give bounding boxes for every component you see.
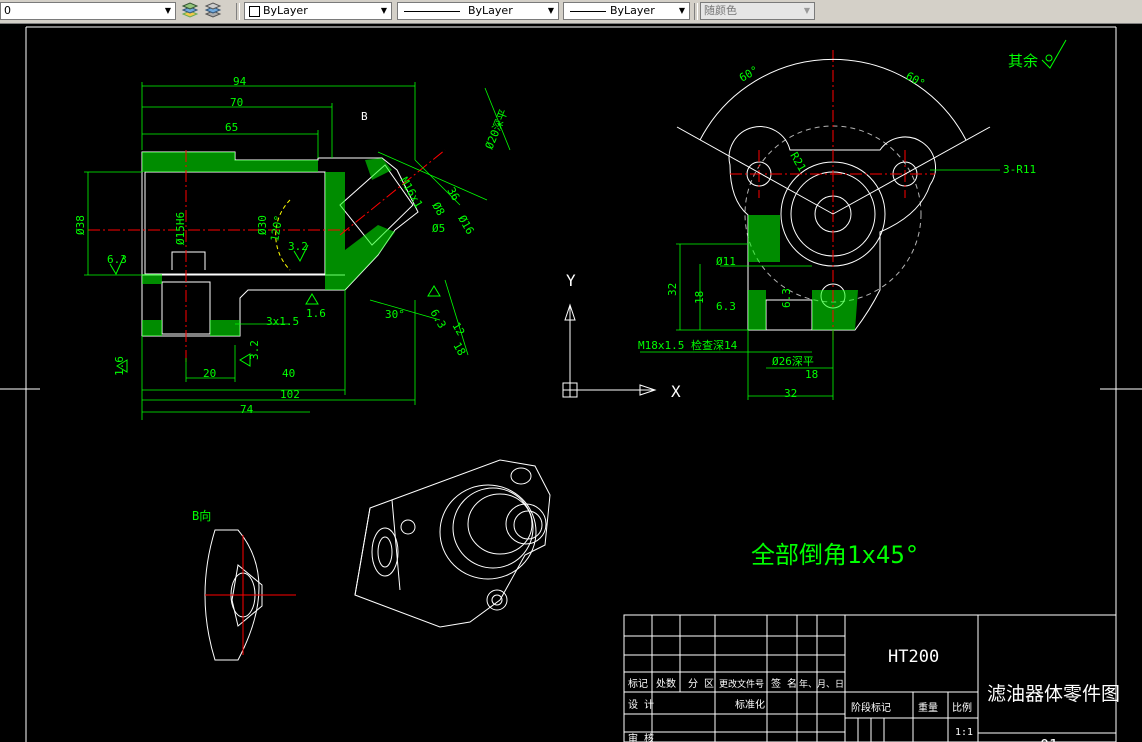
dim-text: Ø38 [74,215,87,235]
ucs-x-label: X [671,382,681,401]
layer-combo[interactable]: 0 ▼ [0,2,176,20]
ucs-icon: Y X [562,271,681,401]
chevron-down-icon: ▼ [678,6,686,15]
dim-text: 6.3 [716,300,736,313]
dim-text: 74 [240,403,254,416]
dim-text: 3x1.5 [266,315,299,328]
tb-stage-header: 阶段标记 [851,701,891,714]
dim-text: M18x1.5 检查深14 [638,338,738,352]
dim-text: 1.6 [306,307,326,320]
dim-text: 40 [282,367,295,380]
tb-header: 更改文件号 [719,678,764,690]
tb-header: 处数 [656,677,676,690]
properties-toolbar: 0 ▼ ByLayer ▼ ByLayer ▼ ByLayer ▼ 随颜色 ▼ [0,0,1142,24]
tb-scale-header: 比例 [952,701,972,714]
dim-text: Ø8 [429,200,447,218]
dim-text: Ø11 [716,255,736,268]
tb-weight-header: 重量 [918,701,938,714]
chamfer-note: 全部倒角1x45° [751,541,919,569]
linetype-sample [404,11,460,12]
dim-text: 3-R11 [1003,163,1036,176]
top-dimension-lines [640,169,1000,400]
toolbar-separator [236,3,240,20]
tb-standardization: 标准化 [735,698,765,711]
top-view: 60° 60° R21 3-R11 Ø11 32 18 6.3 M18x1.5 … [638,39,1067,400]
tb-review: 审 核 [628,732,654,742]
front-dimension-texts: 94 70 65 Ø38 Ø15H6 Ø30 120° 3.2 6.3 1.6 … [74,75,510,416]
chevron-down-icon: ▼ [164,6,172,15]
toolbar-separator [694,3,698,20]
dim-text: 18 [450,340,468,358]
linetype-combo[interactable]: ByLayer ▼ [397,2,559,20]
title-block-texts: 标记 处数 分 区 更改文件号 签 名 年、月、日 设 计 标准化 审 核 阶段… [628,647,1120,742]
tb-scale-value: 1:1 [955,727,973,738]
dim-text: 60° [904,69,928,90]
lineweight-combo-value: ByLayer [610,4,655,17]
dim-text: 120° [268,214,285,242]
dim-text: Ø15H6 [174,212,187,245]
chevron-down-icon: ▼ [380,6,388,15]
layer-combo-value: 0 [4,4,11,17]
dim-text: 102 [280,388,300,401]
dim-text: 1.6 [113,356,126,376]
dim-text: 30° [385,308,405,321]
lineweight-sample [570,11,606,12]
color-combo-value: ByLayer [263,4,308,17]
dim-text: 20 [203,367,216,380]
b-view: B向 [192,508,296,661]
dim-text: M16x1 [397,175,425,210]
dim-text: Ø16 [455,213,476,237]
dim-text: 70 [230,96,243,109]
plotstyle-combo[interactable]: 随颜色 ▼ [700,2,815,20]
dim-text: 32 [666,283,679,296]
dim-text: 94 [233,75,247,88]
color-combo[interactable]: ByLayer ▼ [244,2,392,20]
dim-text: 6.3 [427,307,448,331]
chevron-down-icon: ▼ [803,6,811,15]
dim-text: 18 [693,291,706,304]
roughness-note-text: 其余 [1008,52,1038,70]
dim-text: 32 [784,387,797,400]
dim-text: Ø5 [432,222,445,235]
b-view-label: B向 [192,508,211,523]
plotstyle-combo-value: 随颜色 [704,4,737,17]
dim-text: 65 [225,121,238,134]
top-section-hatch [748,215,858,330]
general-roughness-note: 其余 [1008,39,1067,70]
dim-text: Ø26深平 [772,355,814,368]
tb-header: 年、月、日 [799,678,844,690]
layer-manager-icon[interactable] [181,2,199,20]
tb-header: 标记 [628,678,648,690]
dim-text: Ø20深平 [483,107,511,151]
front-view: 94 70 65 Ø38 Ø15H6 Ø30 120° 3.2 6.3 1.6 … [74,75,510,420]
color-swatch [249,6,260,17]
linetype-combo-value: ByLayer [468,4,513,17]
layer-previous-icon[interactable] [204,2,222,20]
section-label-b: B [361,110,368,123]
dim-text: Ø30 [256,215,269,235]
tb-design: 设 计 [628,698,654,711]
lineweight-combo[interactable]: ByLayer ▼ [563,2,690,20]
ucs-y-label: Y [566,271,576,290]
tb-material: HT200 [888,647,939,667]
dim-text: 6.3 [780,288,793,308]
dim-text: 18 [805,368,818,381]
dim-text: 60° [737,63,761,84]
isometric-view [354,459,551,628]
dim-text: 12 [449,320,467,338]
chevron-down-icon: ▼ [547,6,555,15]
drawing-canvas[interactable]: 94 70 65 Ø38 Ø15H6 Ø30 120° 3.2 6.3 1.6 … [0,24,1142,742]
tb-header: 签 名 [771,677,797,690]
tb-drawing-no: 01 [1040,736,1058,742]
tb-header: 分 区 [688,678,714,690]
tb-part-name: 滤油器体零件图 [987,683,1120,705]
